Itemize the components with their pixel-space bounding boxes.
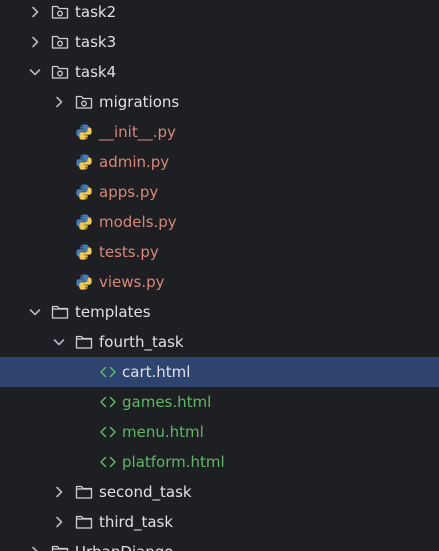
html-file-icon (99, 363, 117, 381)
package-folder-icon (51, 3, 69, 21)
tree-node-label: third_task (99, 513, 174, 531)
folder-icon (75, 483, 93, 501)
chevron-right-icon[interactable] (28, 0, 42, 27)
tree-node-views-py[interactable]: views.py (0, 267, 439, 297)
python-file-icon (75, 273, 93, 291)
html-file-icon (99, 453, 117, 471)
html-file-icon (99, 393, 117, 411)
tree-node-admin-py[interactable]: admin.py (0, 147, 439, 177)
tree-node-task2[interactable]: task2 (0, 0, 439, 27)
tree-node-label: UrbanDjango (75, 537, 173, 551)
tree-node-label: tests.py (99, 243, 159, 261)
tree-node-fourth-task[interactable]: fourth_task (0, 327, 439, 357)
project-tree: task2 task3 task4 migrations __init__.py… (0, 0, 439, 551)
folder-icon (75, 333, 93, 351)
tree-node-third-task[interactable]: third_task (0, 507, 439, 537)
chevron-right-icon[interactable] (28, 537, 42, 551)
tree-node-label: apps.py (99, 183, 159, 201)
tree-node-label: task4 (75, 63, 117, 81)
tree-node-label: games.html (122, 393, 212, 411)
tree-node-label: cart.html (122, 363, 191, 381)
python-file-icon (75, 183, 93, 201)
tree-node-label: platform.html (122, 453, 225, 471)
chevron-down-icon[interactable] (28, 57, 42, 87)
html-file-icon (99, 423, 117, 441)
chevron-right-icon[interactable] (52, 507, 66, 537)
chevron-down-icon[interactable] (28, 297, 42, 327)
python-file-icon (75, 243, 93, 261)
tree-node-label: task3 (75, 33, 117, 51)
tree-node-label: __init__.py (99, 123, 176, 141)
tree-node-label: migrations (99, 93, 180, 111)
tree-node-label: views.py (99, 273, 165, 291)
folder-icon (51, 543, 69, 551)
tree-node-task3[interactable]: task3 (0, 27, 439, 57)
chevron-right-icon[interactable] (52, 87, 66, 117)
folder-icon (51, 303, 69, 321)
tree-node-label: templates (75, 303, 151, 321)
folder-icon (75, 513, 93, 531)
chevron-down-icon[interactable] (52, 327, 66, 357)
python-file-icon (75, 213, 93, 231)
tree-node-init-py[interactable]: __init__.py (0, 117, 439, 147)
tree-node-games-html[interactable]: games.html (0, 387, 439, 417)
python-file-icon (75, 123, 93, 141)
chevron-right-icon[interactable] (28, 27, 42, 57)
tree-node-tests-py[interactable]: tests.py (0, 237, 439, 267)
tree-node-second-task[interactable]: second_task (0, 477, 439, 507)
tree-node-menu-html[interactable]: menu.html (0, 417, 439, 447)
package-folder-icon (51, 33, 69, 51)
tree-node-label: fourth_task (99, 333, 184, 351)
package-folder-icon (75, 93, 93, 111)
tree-node-apps-py[interactable]: apps.py (0, 177, 439, 207)
tree-node-label: models.py (99, 213, 177, 231)
tree-node-models-py[interactable]: models.py (0, 207, 439, 237)
python-file-icon (75, 153, 93, 171)
tree-node-label: admin.py (99, 153, 170, 171)
package-folder-icon (51, 63, 69, 81)
tree-node-templates[interactable]: templates (0, 297, 439, 327)
tree-node-label: menu.html (122, 423, 204, 441)
chevron-right-icon[interactable] (52, 477, 66, 507)
tree-node-label: task2 (75, 3, 117, 21)
tree-node-migrations[interactable]: migrations (0, 87, 439, 117)
tree-node-cart-html-selected[interactable]: cart.html (0, 357, 439, 387)
tree-node-urbandjango[interactable]: UrbanDjango (0, 537, 439, 551)
tree-node-task4[interactable]: task4 (0, 57, 439, 87)
tree-node-label: second_task (99, 483, 192, 501)
tree-node-platform-html[interactable]: platform.html (0, 447, 439, 477)
